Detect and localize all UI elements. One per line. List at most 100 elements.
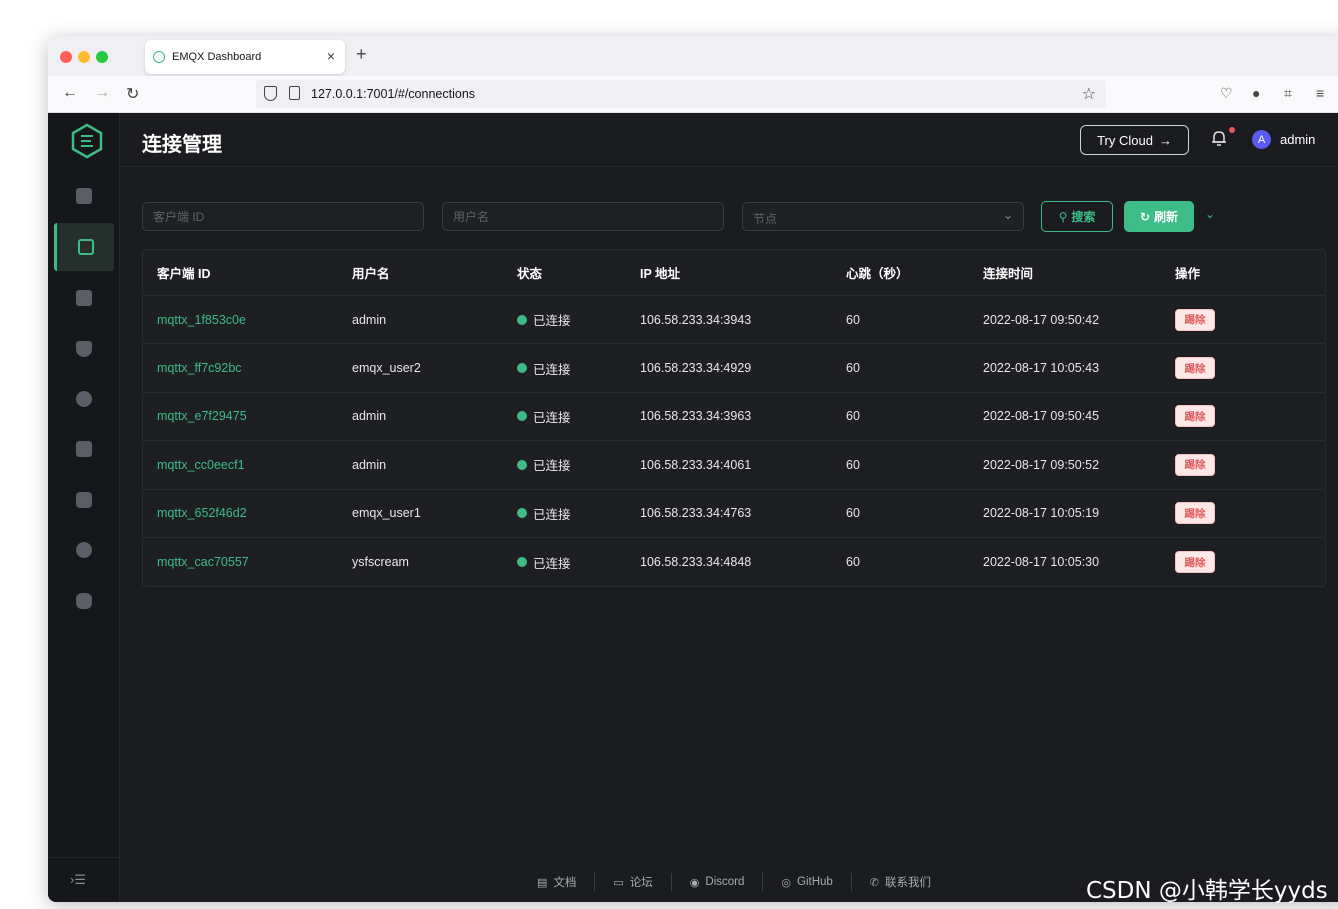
kick-button[interactable]: 踢除: [1175, 502, 1215, 525]
bell-icon[interactable]: [1211, 129, 1227, 147]
sidebar-item-diagnose[interactable]: [54, 526, 114, 574]
forum-link[interactable]: ▭ 论坛: [595, 873, 672, 891]
reload-icon[interactable]: ↻: [126, 84, 139, 104]
refresh-button[interactable]: ↻ 刷新: [1124, 201, 1194, 232]
kick-button[interactable]: 踢除: [1175, 453, 1215, 476]
ip-cell: 106.58.233.34:4763: [640, 506, 752, 521]
extension-icon[interactable]: ●: [1252, 85, 1260, 101]
forum-icon: ▭: [613, 876, 624, 889]
status-text: 已连接: [533, 410, 571, 425]
expand-filters-chevron-icon[interactable]: ⌄: [1205, 207, 1215, 221]
column-header[interactable]: 客户端 ID: [157, 250, 210, 295]
column-header[interactable]: IP 地址: [640, 250, 680, 295]
forum-label: 论坛: [629, 877, 653, 889]
kick-button[interactable]: 踢除: [1175, 308, 1215, 331]
github-link[interactable]: ◎ GitHub: [763, 873, 852, 891]
page-header: 连接管理 Try Cloud → A admin: [120, 113, 1338, 167]
connected-at-cell: 2022-08-17 10:05:30: [983, 555, 1100, 570]
client-id-filter[interactable]: [142, 202, 424, 231]
status-dot-icon: [517, 363, 527, 374]
kick-button[interactable]: 踢除: [1175, 405, 1215, 428]
sidebar-item-plugins[interactable]: [54, 476, 114, 524]
action-cell: 踢除: [1175, 538, 1215, 586]
status-cell: 已连接: [517, 441, 571, 488]
diagnose-icon: [76, 542, 92, 558]
status-dot-icon: [517, 314, 527, 325]
url-bar[interactable]: 127.0.0.1:7001/#/connections ☆: [256, 80, 1106, 108]
plugins-icon: [76, 492, 92, 508]
search-icon: ⚲: [1058, 209, 1068, 224]
emqx-logo-icon[interactable]: [70, 123, 104, 159]
system-icon: [76, 593, 92, 609]
client-id-link[interactable]: mqttx_1f853c0e: [157, 296, 246, 343]
sidebar-divider: [48, 857, 119, 858]
close-window-button[interactable]: [60, 51, 72, 63]
sidebar-item-subscriptions[interactable]: [54, 274, 114, 322]
client-id-link[interactable]: mqttx_cc0eecf1: [157, 441, 245, 488]
username-filter[interactable]: [442, 202, 724, 231]
sidebar-item-system[interactable]: [54, 577, 114, 625]
menu-icon[interactable]: ≡: [1316, 85, 1324, 101]
tab-close-icon[interactable]: ×: [327, 48, 335, 64]
user-name[interactable]: admin: [1280, 132, 1315, 147]
action-cell: 踢除: [1175, 490, 1215, 537]
maximize-window-button[interactable]: [96, 51, 108, 63]
column-header[interactable]: 用户名: [352, 250, 390, 295]
sidebar-item-integration[interactable]: [54, 375, 114, 423]
client-id-link[interactable]: mqttx_cac70557: [157, 538, 249, 586]
sidebar: ›☰: [48, 113, 120, 902]
browser-window: EMQX Dashboard × + ← → ↻ 127.0.0.1:7001/…: [48, 36, 1338, 902]
browser-tab[interactable]: EMQX Dashboard ×: [145, 40, 345, 74]
search-button[interactable]: ⚲ 搜索: [1041, 201, 1113, 232]
security-icon: [76, 341, 92, 357]
client-id-input[interactable]: [143, 203, 423, 230]
forward-arrow-icon[interactable]: →: [94, 84, 110, 102]
status-cell: 已连接: [517, 393, 571, 440]
shield-icon[interactable]: [264, 86, 277, 101]
kick-button[interactable]: 踢除: [1175, 551, 1215, 574]
collapse-sidebar-icon[interactable]: ›☰: [70, 872, 86, 888]
docs-link[interactable]: ▤ 文档: [519, 873, 596, 891]
action-cell: 踢除: [1175, 296, 1215, 343]
column-header[interactable]: 连接时间: [983, 250, 1033, 295]
url-text[interactable]: 127.0.0.1:7001/#/connections: [311, 87, 475, 101]
connected-at-cell: 2022-08-17 10:05:19: [983, 506, 1100, 521]
sidebar-item-settings[interactable]: [54, 425, 114, 473]
main-content: 连接管理 Try Cloud → A admin 客户端 ID 用户名 节点 ⌄…: [120, 113, 1338, 902]
ip-cell: 106.58.233.34:4061: [640, 457, 752, 472]
username-cell: admin: [352, 409, 387, 424]
status-dot-icon: [517, 459, 527, 470]
avatar[interactable]: A: [1252, 130, 1271, 149]
discord-link[interactable]: ◉ Discord: [672, 873, 764, 891]
new-tab-button[interactable]: +: [356, 44, 367, 65]
node-select[interactable]: 节点 ⌄: [742, 202, 1024, 231]
crop-icon[interactable]: ⌗: [1284, 85, 1292, 102]
username-input[interactable]: [443, 203, 723, 230]
column-header[interactable]: 心跳（秒）: [846, 250, 909, 295]
client-id-link[interactable]: mqttx_ff7c92bc: [157, 344, 242, 391]
column-header[interactable]: 状态: [517, 250, 542, 295]
ip-cell: 106.58.233.34:3963: [640, 409, 752, 424]
pocket-icon[interactable]: ♡: [1220, 85, 1233, 102]
back-arrow-icon[interactable]: ←: [62, 84, 78, 102]
node-select-placeholder: 节点: [753, 212, 778, 226]
client-id-link[interactable]: mqttx_e7f29475: [157, 393, 247, 440]
github-label: GitHub: [797, 876, 833, 888]
github-icon: ◎: [781, 876, 791, 889]
bookmark-star-icon[interactable]: ☆: [1082, 84, 1096, 104]
contact-link[interactable]: ✆ 联系我们: [852, 873, 949, 891]
status-cell: 已连接: [517, 538, 571, 586]
connected-at-cell: 2022-08-17 09:50:52: [983, 457, 1100, 472]
table-row: mqttx_652f46d2 emqx_user1 已连接 106.58.233…: [143, 490, 1325, 538]
minimize-window-button[interactable]: [78, 51, 90, 63]
page-info-icon[interactable]: [289, 86, 300, 100]
sidebar-item-dashboard[interactable]: [54, 172, 114, 220]
sidebar-item-security[interactable]: [54, 325, 114, 373]
client-id-link[interactable]: mqttx_652f46d2: [157, 490, 247, 537]
sidebar-item-connections[interactable]: [54, 223, 114, 271]
chevron-down-icon: ⌄: [1002, 208, 1013, 222]
kick-button[interactable]: 踢除: [1175, 357, 1215, 380]
try-cloud-button[interactable]: Try Cloud →: [1080, 125, 1189, 155]
status-dot-icon: [517, 557, 527, 568]
username-cell: emqx_user2: [352, 361, 421, 376]
